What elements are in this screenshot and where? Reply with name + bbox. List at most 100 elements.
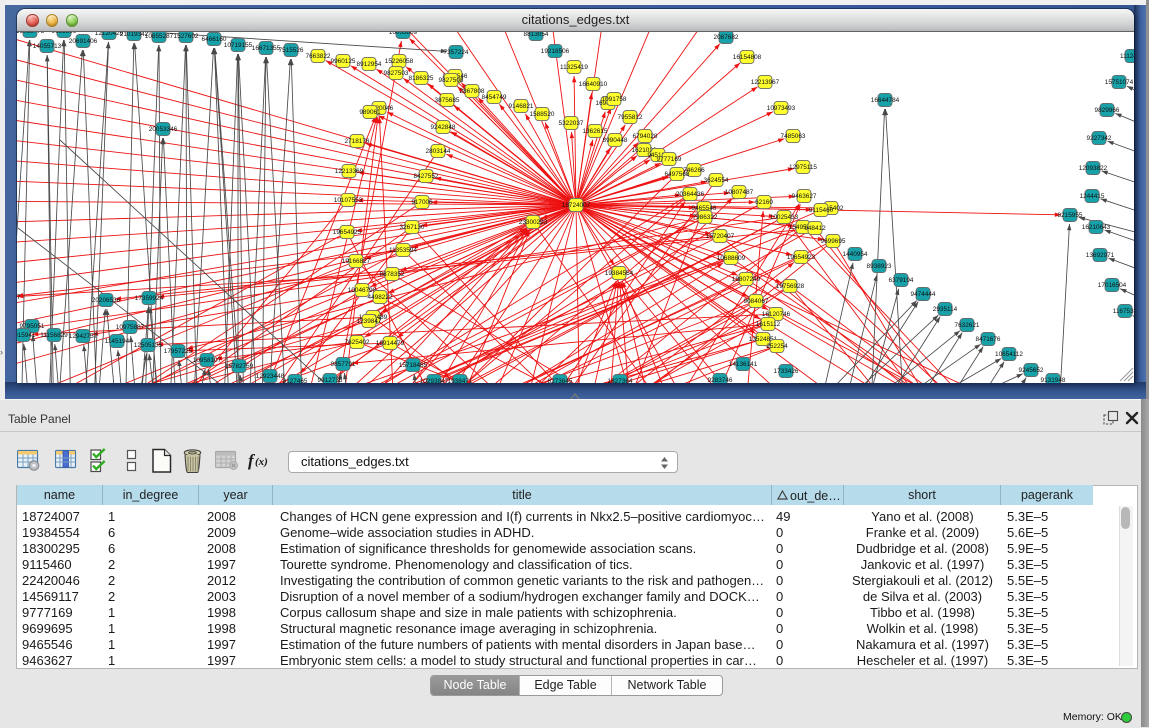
- svg-text:12975115: 12975115: [789, 164, 817, 171]
- svg-text:1827364: 1827364: [608, 378, 633, 383]
- svg-text:15718485: 15718485: [399, 362, 428, 369]
- svg-text:12213967: 12213967: [751, 79, 780, 86]
- svg-text:10855287: 10855287: [145, 33, 174, 40]
- svg-text:1938471: 1938471: [448, 378, 473, 383]
- svg-text:7515526: 7515526: [279, 47, 304, 54]
- svg-text:19756928: 19756928: [776, 283, 805, 290]
- svg-text:8427552: 8427552: [414, 173, 439, 180]
- svg-text:9699695: 9699695: [821, 238, 846, 245]
- svg-text:9245652: 9245652: [1019, 367, 1044, 374]
- svg-text:2803144: 2803144: [426, 148, 451, 155]
- svg-text:16640910: 16640910: [579, 81, 608, 88]
- svg-text:3267130: 3267130: [400, 224, 425, 231]
- svg-text:8938923: 8938923: [867, 263, 892, 270]
- svg-text:14136141: 14136141: [729, 361, 758, 368]
- svg-text:9829966: 9829966: [1095, 107, 1120, 114]
- svg-text:1167533: 1167533: [1113, 308, 1134, 315]
- svg-text:1244415: 1244415: [1080, 193, 1105, 200]
- svg-text:4498222: 4498222: [368, 294, 393, 301]
- svg-text:9912735: 9912735: [318, 377, 343, 383]
- svg-text:3875685: 3875685: [435, 97, 460, 104]
- svg-text:16914479: 16914479: [376, 340, 405, 347]
- svg-text:10293847: 10293847: [420, 378, 449, 383]
- svg-text:15751074: 15751074: [1105, 79, 1134, 86]
- svg-text:16210643: 16210643: [1082, 224, 1111, 231]
- svg-text:1733426: 1733426: [774, 368, 799, 375]
- svg-text:20364436: 20364436: [676, 191, 705, 198]
- svg-text:8273645: 8273645: [548, 378, 573, 383]
- svg-text:8454749: 8454749: [482, 94, 507, 101]
- svg-text:1145194: 1145194: [105, 338, 130, 345]
- svg-text:8471676: 8471676: [976, 336, 1001, 343]
- svg-text:2935114: 2935114: [933, 306, 958, 313]
- svg-text:18807249: 18807249: [732, 276, 761, 283]
- svg-text:8813054: 8813054: [524, 32, 549, 38]
- svg-text:1362615: 1362615: [583, 128, 608, 135]
- svg-text:8432327: 8432327: [17, 294, 21, 301]
- svg-text:12942757: 12942757: [69, 333, 98, 340]
- svg-text:11353594: 11353594: [389, 247, 417, 254]
- svg-text:9084067: 9084067: [744, 298, 769, 305]
- svg-text:6794028: 6794028: [633, 133, 658, 140]
- svg-text:9463627: 9463627: [792, 193, 817, 200]
- svg-text:7632621: 7632621: [955, 322, 980, 329]
- svg-text:9242848: 9242848: [431, 124, 456, 131]
- svg-text:2718176: 2718176: [345, 138, 370, 145]
- svg-text:1112480: 1112480: [1120, 53, 1134, 60]
- svg-text:8990448: 8990448: [603, 137, 628, 144]
- svg-text:9283746: 9283746: [708, 377, 733, 383]
- svg-text:9857791: 9857791: [331, 361, 356, 368]
- svg-text:1615112: 1615112: [756, 321, 781, 328]
- svg-text:11325419: 11325419: [560, 64, 588, 71]
- svg-text:18724007: 18724007: [562, 202, 591, 209]
- svg-text:252254: 252254: [766, 343, 788, 350]
- svg-text:9827508: 9827508: [439, 77, 464, 84]
- svg-text:1239847: 1239847: [357, 318, 382, 325]
- svg-text:10807487: 10807487: [725, 189, 754, 196]
- svg-text:7986322: 7986322: [693, 214, 718, 221]
- svg-text:1091758: 1091758: [602, 96, 627, 103]
- svg-text:10107553: 10107553: [334, 197, 363, 204]
- svg-text:6379194: 6379194: [889, 277, 914, 284]
- svg-text:16782759: 16782759: [225, 363, 254, 370]
- svg-text:8878352: 8878352: [380, 271, 405, 278]
- svg-text:3915941: 3915941: [17, 332, 36, 339]
- svg-text:8186325: 8186325: [409, 75, 434, 82]
- svg-text:16644784: 16644784: [871, 97, 900, 104]
- svg-text:7663822: 7663822: [306, 53, 331, 60]
- svg-text:(x): (x): [255, 456, 268, 468]
- svg-text:13692971: 13692971: [1086, 252, 1115, 259]
- svg-text:19166827: 19166827: [342, 258, 371, 265]
- svg-text:12093822: 12093822: [1079, 165, 1108, 172]
- svg-text:20206536: 20206536: [92, 297, 121, 304]
- svg-text:989061: 989061: [359, 109, 381, 116]
- svg-text:20053346: 20053346: [149, 126, 178, 133]
- svg-text:19384554: 19384554: [605, 270, 634, 277]
- svg-text:16671355: 16671355: [252, 45, 281, 52]
- svg-text:14055713: 14055713: [33, 43, 62, 50]
- svg-text:7485063: 7485063: [781, 133, 806, 140]
- svg-text:12923448: 12923448: [256, 373, 285, 380]
- svg-text:62160: 62160: [755, 199, 773, 206]
- svg-text:2087682: 2087682: [714, 34, 739, 41]
- svg-text:9227342: 9227342: [1087, 135, 1112, 142]
- svg-text:19654925: 19654925: [333, 229, 362, 236]
- svg-text:10958107: 10958107: [193, 357, 222, 364]
- svg-text:1440954: 1440954: [843, 251, 868, 258]
- svg-text:9827503: 9827503: [384, 70, 409, 77]
- svg-text:5322037: 5322037: [559, 120, 584, 127]
- svg-text:17359924: 17359924: [135, 295, 164, 302]
- svg-text:10654112: 10654112: [995, 351, 1023, 358]
- svg-text:6497568: 6497568: [665, 171, 690, 178]
- svg-text:16154808: 16154808: [733, 54, 762, 61]
- svg-text:9131948: 9131948: [1041, 377, 1066, 383]
- svg-text:9960125: 9960125: [331, 58, 356, 65]
- svg-text:8127465: 8127465: [283, 378, 308, 383]
- svg-text:10975887: 10975887: [116, 324, 145, 331]
- svg-text:7955812: 7955812: [618, 114, 643, 121]
- svg-text:23300293: 23300293: [519, 219, 548, 226]
- svg-text:10719155: 10719155: [224, 42, 253, 49]
- svg-text:7357224: 7357224: [444, 49, 469, 56]
- svg-text:15226058: 15226058: [385, 58, 414, 65]
- svg-text:20691406: 20691406: [69, 38, 98, 45]
